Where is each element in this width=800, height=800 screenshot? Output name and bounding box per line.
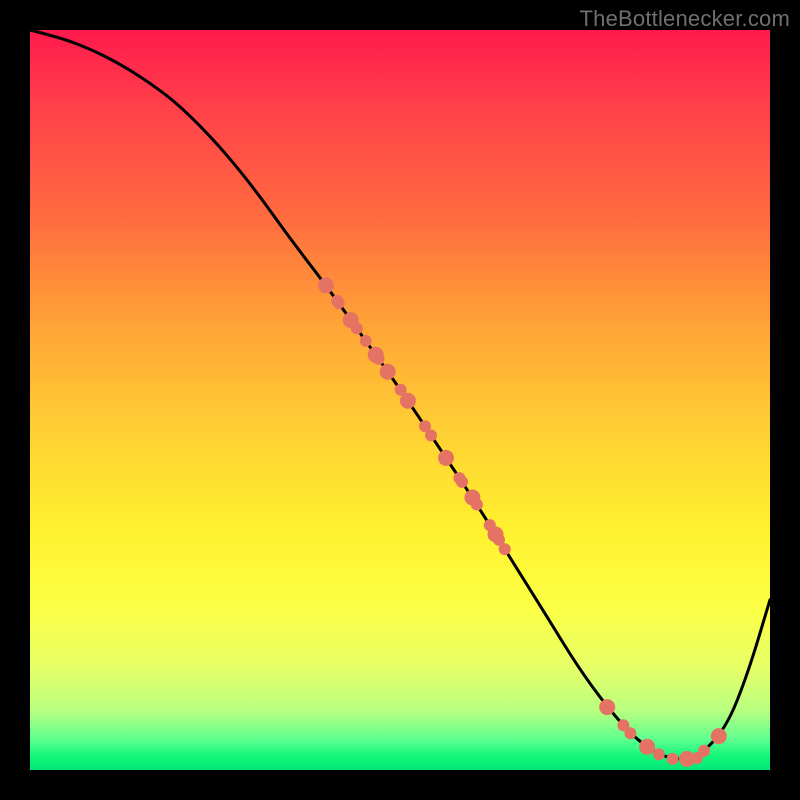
- watermark-text: TheBottlenecker.com: [580, 6, 790, 32]
- data-point: [698, 745, 710, 757]
- data-point: [331, 295, 343, 307]
- data-point: [380, 364, 396, 380]
- data-point-dots: [318, 277, 727, 767]
- data-point: [639, 739, 655, 755]
- data-point: [624, 727, 636, 739]
- data-point: [456, 476, 468, 488]
- data-point: [711, 728, 727, 744]
- data-point: [438, 450, 454, 466]
- chart-svg: [30, 30, 770, 770]
- data-point: [471, 499, 483, 511]
- data-point: [360, 335, 372, 347]
- data-point: [425, 429, 437, 441]
- data-point: [351, 322, 363, 334]
- data-point: [318, 277, 334, 293]
- data-point: [400, 393, 416, 409]
- data-point: [667, 753, 679, 765]
- data-point: [599, 699, 615, 715]
- data-point: [371, 351, 383, 363]
- data-point: [493, 534, 505, 546]
- data-point: [653, 748, 665, 760]
- chart-frame: [30, 30, 770, 770]
